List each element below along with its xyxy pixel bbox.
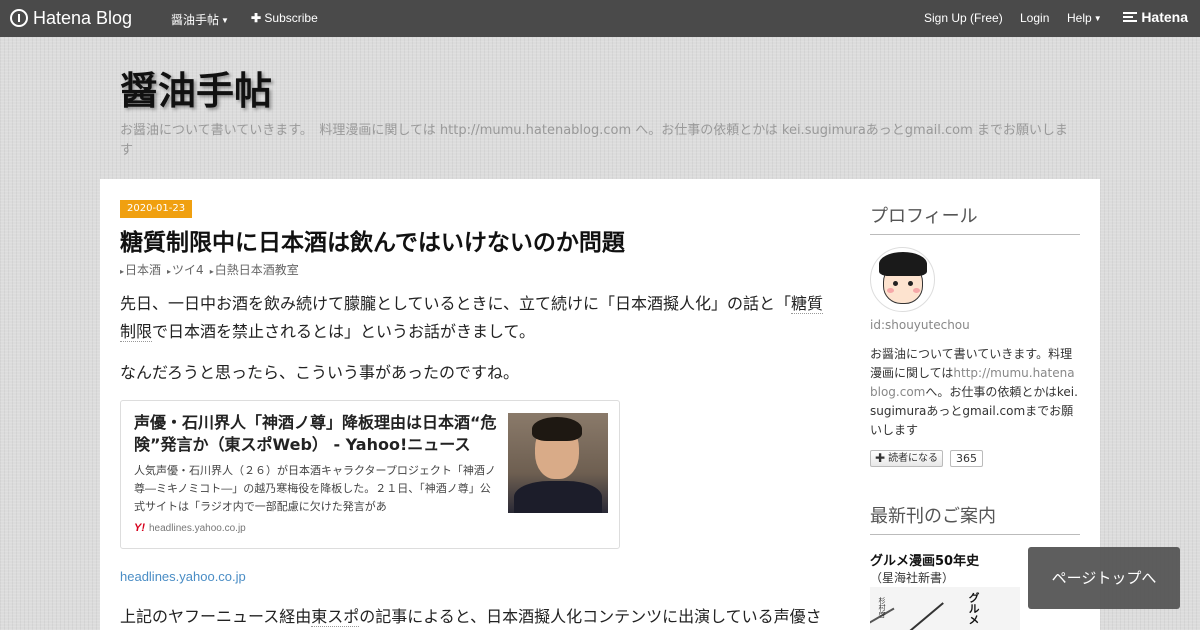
signup-link[interactable]: Sign Up (Free) (924, 11, 1003, 25)
entry-paragraph: 先日、一日中お酒を飲み続けて朦朧としているときに、立て続けに「日本酒擬人化」の話… (120, 294, 824, 342)
global-header: Hatena Blog 醤油手帖 ▼ ✚ Subscribe Sign Up (F… (0, 0, 1200, 37)
category-link[interactable]: ▸白熱日本酒教室 (210, 261, 299, 278)
login-link[interactable]: Login (1020, 11, 1049, 25)
hatena-brand-text: Hatena (1141, 9, 1188, 25)
page-top-button[interactable]: ページトップへ (1028, 547, 1180, 609)
chevron-down-icon: ▼ (1093, 14, 1102, 24)
hatena-logo[interactable]: Hatena (1123, 9, 1188, 25)
embed-title[interactable]: 声優・石川界人「神酒ノ尊」降板理由は日本酒“危険”発言か（東スポWeb） - Y… (134, 412, 499, 456)
profile-id[interactable]: id:shouyutechou (870, 318, 970, 332)
books-heading: 最新刊のご案内 (870, 502, 1080, 535)
logo-text: Hatena Blog (33, 7, 133, 28)
entry-categories: ▸日本酒 ▸ツイ4 ▸白熱日本酒教室 (120, 261, 299, 278)
hatena-icon (1123, 12, 1138, 22)
blog-title[interactable]: 醤油手帖 (120, 60, 272, 115)
help-menu[interactable]: Help ▼ (1067, 11, 1102, 25)
blog-menu-label: 醤油手帖 (171, 13, 220, 27)
book-subtitle: （星海社新書） (870, 571, 955, 585)
plus-icon: ✚ (875, 451, 886, 465)
triangle-right-icon: ▸ (209, 267, 214, 276)
triangle-right-icon: ▸ (167, 267, 172, 276)
blog-description: お醤油について書いていきます。 料理漫画に関しては http://mumu.ha… (120, 123, 1068, 158)
keyword-link[interactable]: 東スポ (311, 607, 360, 627)
embed-source-domain: headlines.yahoo.co.jp (149, 522, 246, 534)
category-link[interactable]: ▸ツイ4 (167, 261, 204, 278)
reader-count[interactable]: 365 (950, 450, 983, 467)
book-cover-image[interactable]: 杉村啓 グルメ (870, 587, 1020, 630)
hatena-blog-logo-icon (10, 9, 28, 27)
help-label: Help (1067, 11, 1092, 25)
embed-source: Y! headlines.yahoo.co.jp (134, 522, 246, 534)
hatena-blog-logo[interactable]: Hatena Blog (10, 6, 132, 30)
profile-description: お醤油について書いていきます。料理漫画に関してはhttp://mumu.hate… (870, 347, 1078, 437)
main-panel: 2020-01-23 糖質制限中に日本酒は飲んではいけないのか問題 ▸日本酒 ▸… (100, 179, 1100, 630)
avatar[interactable] (870, 247, 935, 312)
plus-icon: ✚ (251, 11, 262, 25)
reader-button-label: 読者になる (888, 453, 939, 464)
category-link[interactable]: ▸日本酒 (120, 261, 161, 278)
profile-heading: プロフィール (870, 202, 1080, 235)
triangle-right-icon: ▸ (120, 267, 125, 276)
embed-thumbnail[interactable] (508, 413, 608, 513)
link-embed-card[interactable]: 声優・石川界人「神酒ノ尊」降板理由は日本酒“危険”発言か（東スポWeb） - Y… (120, 400, 620, 549)
entry-paragraph: なんだろうと思ったら、こういう事があったのですね。 (120, 363, 520, 382)
source-link[interactable]: headlines.yahoo.co.jp (120, 569, 246, 584)
chevron-down-icon: ▼ (221, 16, 229, 26)
subscribe-button[interactable]: ✚ Subscribe (251, 11, 318, 25)
embed-description: 人気声優・石川界人（２６）が日本酒キャラクタープロジェクト「神酒ノ尊―ミキノミコ… (134, 464, 496, 513)
entry-paragraph: 上記のヤフーニュース経由東スポの記事によると、日本酒擬人化コンテンツに出演してい… (120, 607, 822, 627)
yahoo-favicon-icon: Y! (134, 522, 145, 534)
subscribe-label: Subscribe (264, 11, 318, 25)
entry-title[interactable]: 糖質制限中に日本酒は飲んではいけないのか問題 (120, 223, 625, 257)
book-title[interactable]: グルメ漫画50年史 (870, 550, 979, 569)
entry-date[interactable]: 2020-01-23 (120, 200, 193, 218)
blog-menu[interactable]: 醤油手帖 ▼ (171, 11, 229, 28)
subscribe-reader-button[interactable]: ✚ 読者になる (870, 450, 944, 467)
